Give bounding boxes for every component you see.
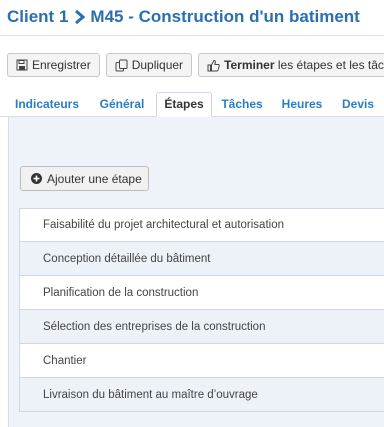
tab-heures[interactable]: Heures [278,92,326,116]
step-row[interactable]: Sélection des entreprises de la construc… [19,310,384,344]
save-button-label: Enregistrer [32,58,91,72]
finish-steps-button[interactable]: Terminer les étapes et les tâch [198,53,384,77]
plus-circle-icon [31,173,42,184]
save-button[interactable]: Enregistrer [7,53,100,77]
add-step-label: Ajouter une étape [47,171,142,186]
finish-button-label: Terminer les étapes et les tâch [224,58,384,72]
tab-devis[interactable]: Devis [338,92,378,116]
thumbs-up-icon [207,59,220,71]
tab-bar: Indicateurs Général Étapes Tâches Heures… [0,92,384,117]
finish-button-label-rest: les étapes et les tâch [274,58,384,72]
add-step-button[interactable]: Ajouter une étape [20,166,149,191]
page-title: Client 1 M45 - Construction d'un batimen… [7,6,360,28]
duplicate-button[interactable]: Dupliquer [105,53,193,77]
step-row[interactable]: Chantier [19,344,384,378]
tab-etapes[interactable]: Étapes [156,92,212,117]
finish-button-label-strong: Terminer [224,58,275,72]
floppy-disk-icon [16,59,28,71]
title-divider [0,35,384,36]
step-row[interactable]: Faisabilité du projet architectural et a… [19,208,384,242]
tab-indicateurs[interactable]: Indicateurs [7,92,87,116]
tab-general[interactable]: Général [94,92,150,116]
tab-taches[interactable]: Tâches [218,92,266,116]
step-row[interactable]: Conception détaillée du bâtiment [19,242,384,276]
step-row[interactable]: Planification de la construction [19,276,384,310]
chevron-right-icon [74,10,86,24]
steps-list: Faisabilité du projet architectural et a… [19,208,384,412]
project-title: M45 - Construction d'un batiment [90,7,360,26]
toolbar: Enregistrer Dupliquer Terminer les étape… [7,53,384,77]
duplicate-button-label: Dupliquer [131,58,184,72]
client-breadcrumb-link[interactable]: Client 1 [7,7,68,27]
copy-icon [115,59,128,71]
step-row[interactable]: Livraison du bâtiment au maître d’ouvrag… [19,378,384,412]
